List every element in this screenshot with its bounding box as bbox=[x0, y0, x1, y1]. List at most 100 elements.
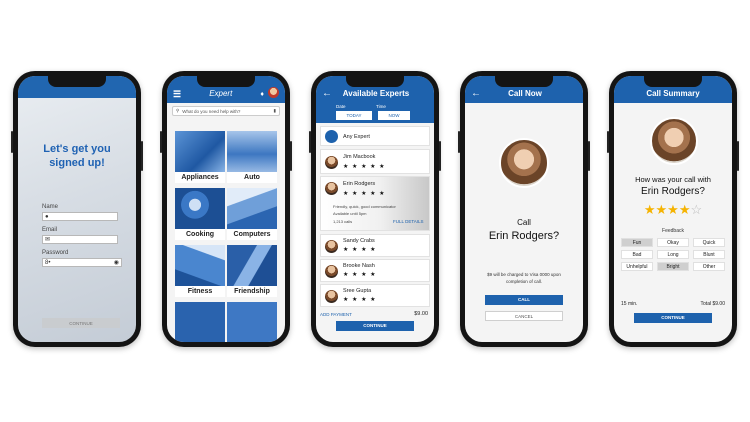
appliances-image bbox=[175, 131, 225, 173]
date-label: Date bbox=[336, 104, 346, 109]
heading-line-2: signed up! bbox=[49, 157, 105, 169]
expert-name: Jim Macbook bbox=[343, 154, 376, 160]
date-time-bar: Date Time TODAY NOW bbox=[316, 103, 434, 123]
expert-row[interactable]: Sandy Crabs ★ ★ ★ ★ bbox=[320, 234, 430, 257]
feedback-option[interactable]: Okay bbox=[657, 238, 689, 247]
feedback-option[interactable]: Unhelpful bbox=[621, 262, 653, 271]
auto-image bbox=[227, 131, 277, 173]
date-select[interactable]: TODAY bbox=[336, 111, 372, 120]
heading-line-1: Let's get you bbox=[43, 143, 111, 155]
any-expert-row[interactable]: Any Expert bbox=[320, 126, 430, 146]
back-arrow-icon[interactable]: ← bbox=[322, 89, 332, 99]
continue-button[interactable]: CONTINUE bbox=[42, 318, 120, 328]
full-details-link[interactable]: FULL DETAILS bbox=[393, 219, 424, 224]
category-label: Fitness bbox=[175, 286, 225, 297]
search-placeholder: What do you need help with? bbox=[182, 108, 241, 114]
charge-notice-line-1: $9 will be charged to Visa 0000 upon bbox=[487, 272, 561, 277]
phone-notch bbox=[197, 76, 255, 87]
expert-rating: ★ ★ ★ ★ ★ bbox=[343, 191, 386, 197]
expert-description: Friendly, quick, good communicator bbox=[333, 204, 396, 209]
page-title: Call Summary bbox=[646, 89, 700, 98]
fitness-image bbox=[175, 245, 225, 287]
expert-rating: ★ ★ ★ ★ bbox=[343, 272, 377, 278]
call-button[interactable]: CALL bbox=[485, 295, 563, 305]
expert-row-selected[interactable]: Erin Rodgers ★ ★ ★ ★ ★ Friendly, quick, … bbox=[320, 176, 430, 231]
category-label: Computers bbox=[227, 229, 277, 240]
feedback-option[interactable]: Other bbox=[693, 262, 725, 271]
category-auto[interactable]: Auto bbox=[227, 131, 277, 183]
name-label: Name bbox=[42, 204, 59, 210]
category-computers[interactable]: Computers bbox=[227, 188, 277, 240]
category-cooking[interactable]: Cooking bbox=[175, 188, 225, 240]
search-input[interactable]: ⚲ What do you need help with? ▮ bbox=[172, 106, 280, 116]
avatar bbox=[325, 290, 338, 303]
avatar bbox=[325, 156, 338, 169]
back-arrow-icon[interactable]: ← bbox=[471, 89, 481, 99]
page-title: Available Experts bbox=[342, 89, 410, 98]
phone-call-summary: Call Summary How was your call with Erin… bbox=[607, 71, 739, 347]
expert-availability: Available until 5pm bbox=[333, 211, 367, 216]
expert-row[interactable]: Jim Macbook ★ ★ ★ ★ ★ bbox=[320, 149, 430, 174]
email-field[interactable]: ✉ bbox=[42, 235, 118, 244]
friendship-image bbox=[227, 245, 277, 287]
cooking-image bbox=[175, 188, 225, 230]
time-select[interactable]: NOW bbox=[378, 111, 410, 120]
expert-row[interactable]: Brooke Nash ★ ★ ★ ★ bbox=[320, 259, 430, 282]
feedback-label: Feedback bbox=[662, 228, 684, 234]
cancel-button[interactable]: CANCEL bbox=[485, 311, 563, 321]
expert-name: Erin Rodgers? bbox=[488, 230, 560, 242]
feedback-option[interactable]: Fun bbox=[621, 238, 653, 247]
feedback-option[interactable]: Blunt bbox=[693, 250, 725, 259]
phone-notch bbox=[346, 76, 404, 87]
envelope-icon: ✉ bbox=[45, 237, 51, 243]
category-friendship[interactable]: Friendship bbox=[227, 245, 277, 297]
category-fitness[interactable]: Fitness bbox=[175, 245, 225, 297]
expert-name: Brooke Nash bbox=[343, 263, 375, 269]
feedback-option[interactable]: Bright bbox=[657, 262, 689, 271]
continue-button[interactable]: CONTINUE bbox=[634, 313, 712, 323]
charge-notice-line-2: completion of call. bbox=[505, 279, 543, 284]
password-field[interactable]: 8• ◉ bbox=[42, 258, 122, 267]
category-label: Auto bbox=[227, 172, 277, 183]
email-label: Email bbox=[42, 227, 58, 233]
category-appliances[interactable]: Appliances bbox=[175, 131, 225, 183]
feedback-option[interactable]: Long bbox=[657, 250, 689, 259]
time-label: Time bbox=[376, 104, 386, 109]
feedback-option[interactable]: Bad bbox=[621, 250, 653, 259]
avatar bbox=[325, 182, 338, 195]
home-screen: ☰ Expert ♦ ⚲ What do you need help with?… bbox=[167, 76, 285, 342]
call-summary-screen: Call Summary How was your call with Erin… bbox=[614, 76, 732, 342]
menu-icon[interactable]: ☰ bbox=[173, 90, 181, 99]
expert-name: Erin Rodgers bbox=[343, 181, 376, 187]
name-field[interactable]: ● bbox=[42, 212, 118, 221]
person-icon: ● bbox=[45, 213, 49, 220]
microphone-icon[interactable]: ▮ bbox=[274, 108, 276, 114]
price-label: $9.00 bbox=[414, 311, 428, 317]
password-label: Password bbox=[42, 250, 69, 256]
empty-star-icon[interactable]: ☆ bbox=[690, 202, 702, 217]
eye-icon[interactable]: ◉ bbox=[114, 259, 119, 266]
phone-notch bbox=[495, 76, 553, 87]
page-title: Call Now bbox=[508, 89, 542, 98]
phone-home: ☰ Expert ♦ ⚲ What do you need help with?… bbox=[160, 71, 292, 347]
avatar[interactable] bbox=[268, 87, 279, 98]
phone-notch bbox=[48, 76, 106, 87]
experts-screen: ← Available Experts Date Time TODAY NOW … bbox=[316, 76, 434, 342]
category-label: Friendship bbox=[227, 286, 277, 297]
signup-heading: Let's get you signed up! bbox=[18, 142, 136, 170]
signup-screen: Let's get you signed up! Name ● Email ✉ … bbox=[18, 76, 136, 342]
expert-row[interactable]: Sree Gupta ★ ★ ★ ★ bbox=[320, 284, 430, 307]
avatar bbox=[325, 240, 338, 253]
category-more-2[interactable] bbox=[227, 302, 277, 342]
expert-rating: ★ ★ ★ ★ bbox=[343, 247, 377, 253]
expert-rating: ★ ★ ★ ★ bbox=[343, 297, 377, 303]
category-more-1[interactable] bbox=[175, 302, 225, 342]
bell-icon[interactable]: ♦ bbox=[260, 91, 264, 98]
category-label: Cooking bbox=[175, 229, 225, 240]
star-rating[interactable]: ★★★★☆ bbox=[614, 202, 732, 218]
filled-star-icon[interactable]: ★★★★ bbox=[644, 202, 691, 217]
feedback-option[interactable]: Quick bbox=[693, 238, 725, 247]
person-circle-icon bbox=[325, 130, 338, 143]
continue-button[interactable]: CONTINUE bbox=[336, 321, 414, 331]
add-payment-link[interactable]: ADD PAYMENT bbox=[320, 312, 352, 317]
